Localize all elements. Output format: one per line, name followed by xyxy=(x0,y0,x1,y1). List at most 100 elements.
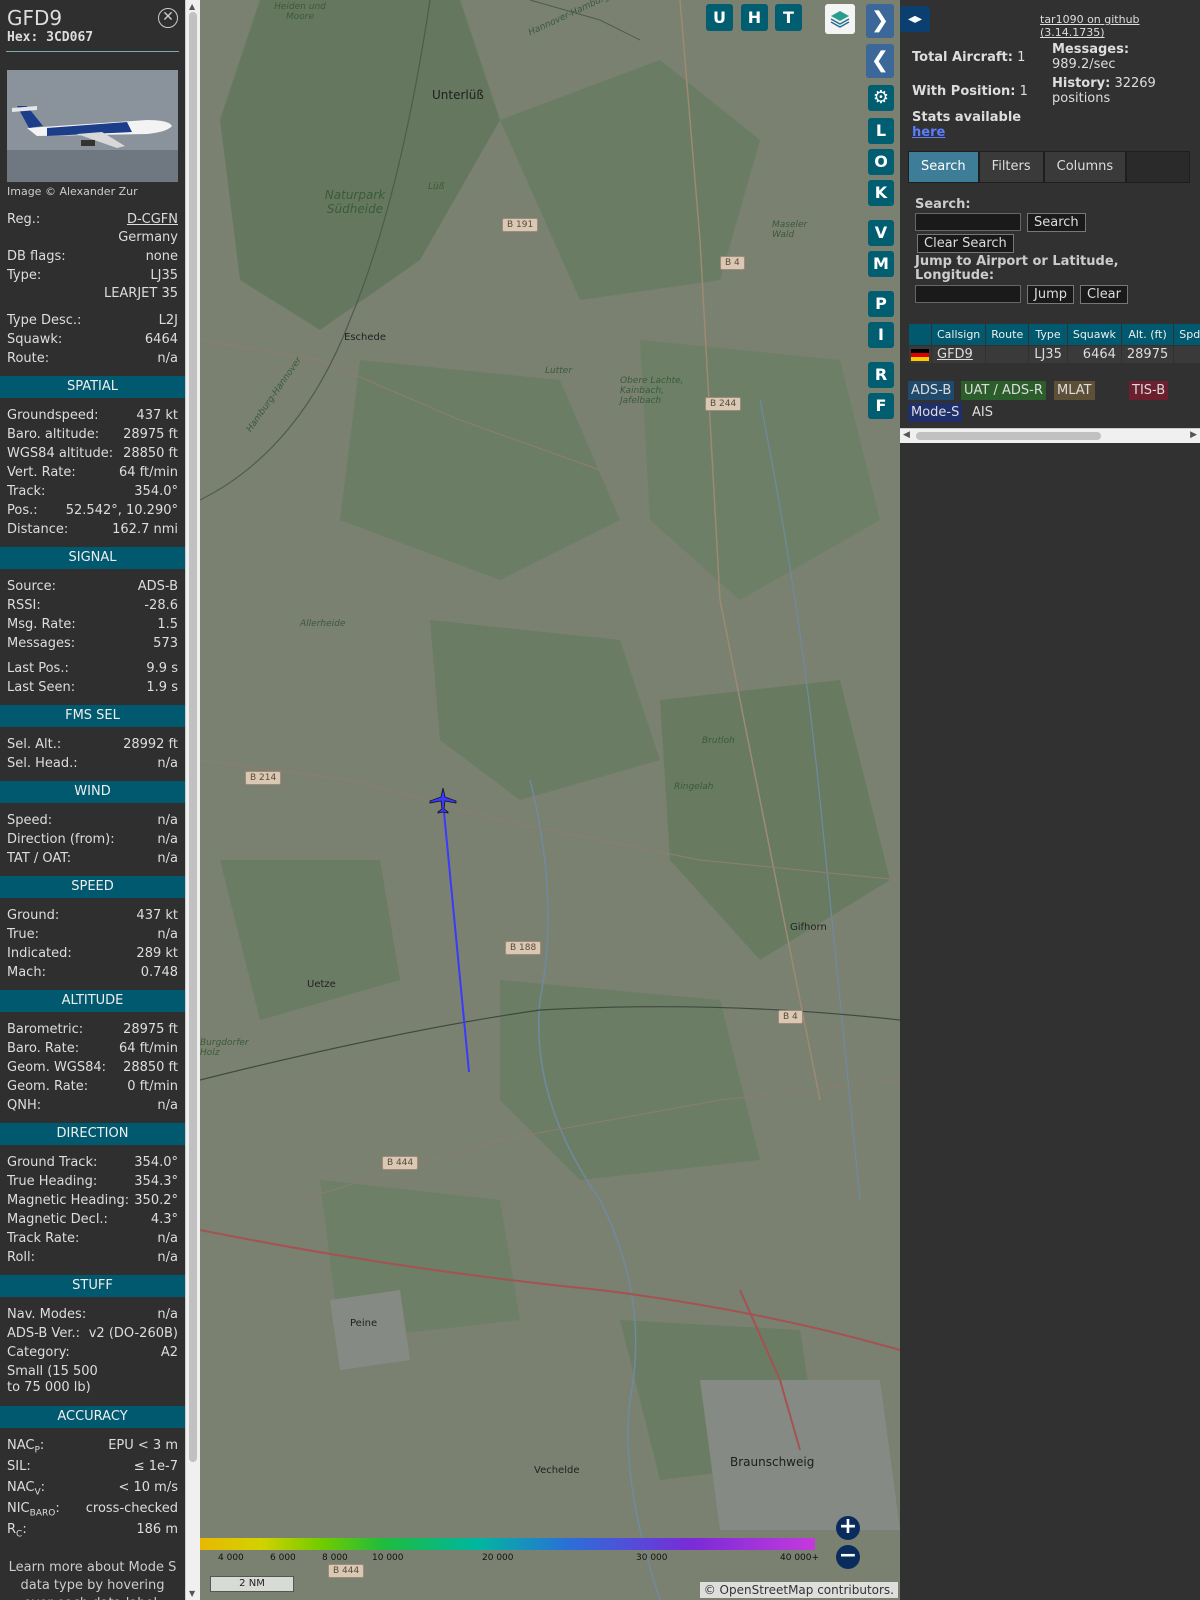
toggle-p-button[interactable]: P xyxy=(868,291,894,317)
row-callsign[interactable]: GFD9 xyxy=(930,345,987,364)
tab-columns[interactable]: Columns xyxy=(1044,152,1126,182)
close-icon[interactable]: ✕ xyxy=(158,8,178,28)
detail-label[interactable]: Last Seen: xyxy=(7,678,75,697)
toggle-o-button[interactable]: O xyxy=(868,149,894,175)
column-header-flag[interactable] xyxy=(908,323,932,346)
detail-label[interactable]: Category: xyxy=(7,1343,70,1362)
detail-label[interactable]: Distance: xyxy=(7,520,68,539)
github-link[interactable]: tar1090 on github (3.14.1735) xyxy=(1040,13,1200,39)
toggle-m-button[interactable]: M xyxy=(868,251,894,277)
zoom-in-button[interactable]: + xyxy=(836,1516,860,1540)
table-row[interactable]: GFD9 LJ35 6464 28975 xyxy=(908,345,1200,364)
toggle-k-button[interactable]: K xyxy=(868,180,894,206)
jump-button[interactable]: Jump xyxy=(1027,285,1074,304)
detail-label[interactable]: Sel. Alt.: xyxy=(7,735,61,754)
jump-input[interactable] xyxy=(915,285,1021,303)
column-header-callsign[interactable]: Callsign xyxy=(930,323,987,346)
detail-label[interactable]: Messages: xyxy=(7,634,75,653)
detail-label[interactable]: Mach: xyxy=(7,963,46,982)
scroll-thumb[interactable] xyxy=(916,432,1101,440)
detail-label[interactable]: Msg. Rate: xyxy=(7,615,76,634)
search-input[interactable] xyxy=(915,213,1021,231)
detail-label[interactable]: WGS84 altitude: xyxy=(7,444,113,463)
clear-button[interactable]: Clear xyxy=(1080,285,1128,304)
detail-label[interactable]: Last Pos.: xyxy=(7,659,69,678)
search-button[interactable]: Search xyxy=(1027,213,1086,232)
detail-label[interactable]: NACP: xyxy=(7,1436,44,1457)
toggle-i-button[interactable]: I xyxy=(868,322,894,348)
stats-here-link[interactable]: here xyxy=(912,125,945,140)
column-header-squawk[interactable]: Squawk xyxy=(1066,323,1122,346)
sidebar-scrollbar[interactable]: ▲ ▼ xyxy=(185,0,200,1600)
column-header-type[interactable]: Type xyxy=(1028,323,1068,346)
panel-horizontal-scrollbar[interactable]: ◀ ▶ xyxy=(900,428,1200,443)
detail-label[interactable]: Barometric: xyxy=(7,1020,83,1039)
detail-label[interactable]: TAT / OAT: xyxy=(7,849,71,868)
detail-label[interactable]: Groundspeed: xyxy=(7,406,98,425)
detail-label[interactable]: Vert. Rate: xyxy=(7,463,76,482)
altitude-tick: 4 000 xyxy=(218,1553,244,1563)
aircraft-marker-icon[interactable] xyxy=(428,786,458,816)
detail-label[interactable]: Track: xyxy=(7,482,45,501)
chevron-right-icon[interactable]: ❯ xyxy=(866,4,894,38)
detail-label[interactable]: RC: xyxy=(7,1520,27,1541)
scroll-up-icon[interactable]: ▲ xyxy=(189,2,195,11)
toggle-t-button[interactable]: T xyxy=(775,4,802,31)
detail-label[interactable]: NICBARO: xyxy=(7,1499,60,1520)
detail-label[interactable]: ADS-B Ver.: xyxy=(7,1324,80,1343)
info-label: Reg.: xyxy=(7,212,41,227)
detail-label[interactable]: Speed: xyxy=(7,811,52,830)
detail-label[interactable]: Direction (from): xyxy=(7,830,115,849)
detail-label[interactable]: Sel. Head.: xyxy=(7,754,78,773)
map-attribution[interactable]: © OpenStreetMap contributors. xyxy=(699,1582,898,1598)
detail-value: 28850 ft xyxy=(123,1060,178,1075)
column-header-altitude[interactable]: Alt. (ft) xyxy=(1120,323,1175,346)
toggle-l-button[interactable]: L xyxy=(868,118,894,144)
detail-label[interactable]: Source: xyxy=(7,577,56,596)
tab-filters[interactable]: Filters xyxy=(979,152,1043,182)
detail-label[interactable]: True: xyxy=(7,925,39,944)
detail-label[interactable]: NACV: xyxy=(7,1478,45,1499)
settings-gear-icon[interactable]: ⚙ xyxy=(868,85,894,111)
detail-label[interactable]: Magnetic Heading: xyxy=(7,1191,129,1210)
detail-label[interactable]: Geom. Rate: xyxy=(7,1077,88,1096)
detail-label[interactable]: Ground Track: xyxy=(7,1153,97,1172)
toggle-u-button[interactable]: U xyxy=(706,4,733,31)
toggle-h-button[interactable]: H xyxy=(741,4,768,31)
aircraft-photo[interactable] xyxy=(7,70,178,182)
scroll-down-icon[interactable]: ▼ xyxy=(189,1589,195,1598)
jump-label: Jump to Airport or Latitude, Longitude: xyxy=(915,254,1119,283)
scroll-thumb[interactable] xyxy=(189,12,197,1462)
detail-label[interactable]: RSSI: xyxy=(7,596,41,615)
toggle-v-button[interactable]: V xyxy=(868,220,894,246)
scroll-right-icon[interactable]: ▶ xyxy=(1190,430,1197,440)
tab-search[interactable]: Search xyxy=(909,152,978,182)
detail-label[interactable]: Ground: xyxy=(7,906,59,925)
toggle-r-button[interactable]: R xyxy=(868,362,894,388)
detail-label[interactable]: SIL: xyxy=(7,1457,31,1478)
expand-arrows-icon[interactable]: ◂▸ xyxy=(900,6,930,32)
detail-label[interactable]: Geom. WGS84: xyxy=(7,1058,106,1077)
map-view[interactable]: Heiden und Moore Unterlüß Naturpark Südh… xyxy=(200,0,900,1600)
column-header-route[interactable]: Route xyxy=(985,323,1030,346)
detail-value: EPU < 3 m xyxy=(108,1438,178,1453)
detail-value: cross-checked xyxy=(85,1501,178,1516)
detail-label[interactable]: Magnetic Decl.: xyxy=(7,1210,108,1229)
layers-icon[interactable] xyxy=(825,4,855,34)
detail-label[interactable]: Roll: xyxy=(7,1248,35,1267)
info-value[interactable]: D-CGFN xyxy=(127,210,178,229)
column-header-speed[interactable]: Spd. xyxy=(1173,323,1200,346)
zoom-out-button[interactable]: − xyxy=(836,1545,860,1569)
detail-label[interactable]: Indicated: xyxy=(7,944,72,963)
toggle-f-button[interactable]: F xyxy=(868,393,894,419)
detail-label[interactable]: Track Rate: xyxy=(7,1229,79,1248)
detail-label[interactable]: Pos.: xyxy=(7,501,38,520)
detail-label[interactable]: True Heading: xyxy=(7,1172,97,1191)
detail-label[interactable]: Baro. Rate: xyxy=(7,1039,79,1058)
scroll-left-icon[interactable]: ◀ xyxy=(903,430,910,440)
detail-label[interactable]: Nav. Modes: xyxy=(7,1305,86,1324)
detail-label[interactable]: QNH: xyxy=(7,1096,41,1115)
clear-search-button[interactable]: Clear Search xyxy=(917,234,1014,253)
chevron-left-icon[interactable]: ❮ xyxy=(866,44,894,78)
detail-label[interactable]: Baro. altitude: xyxy=(7,425,99,444)
